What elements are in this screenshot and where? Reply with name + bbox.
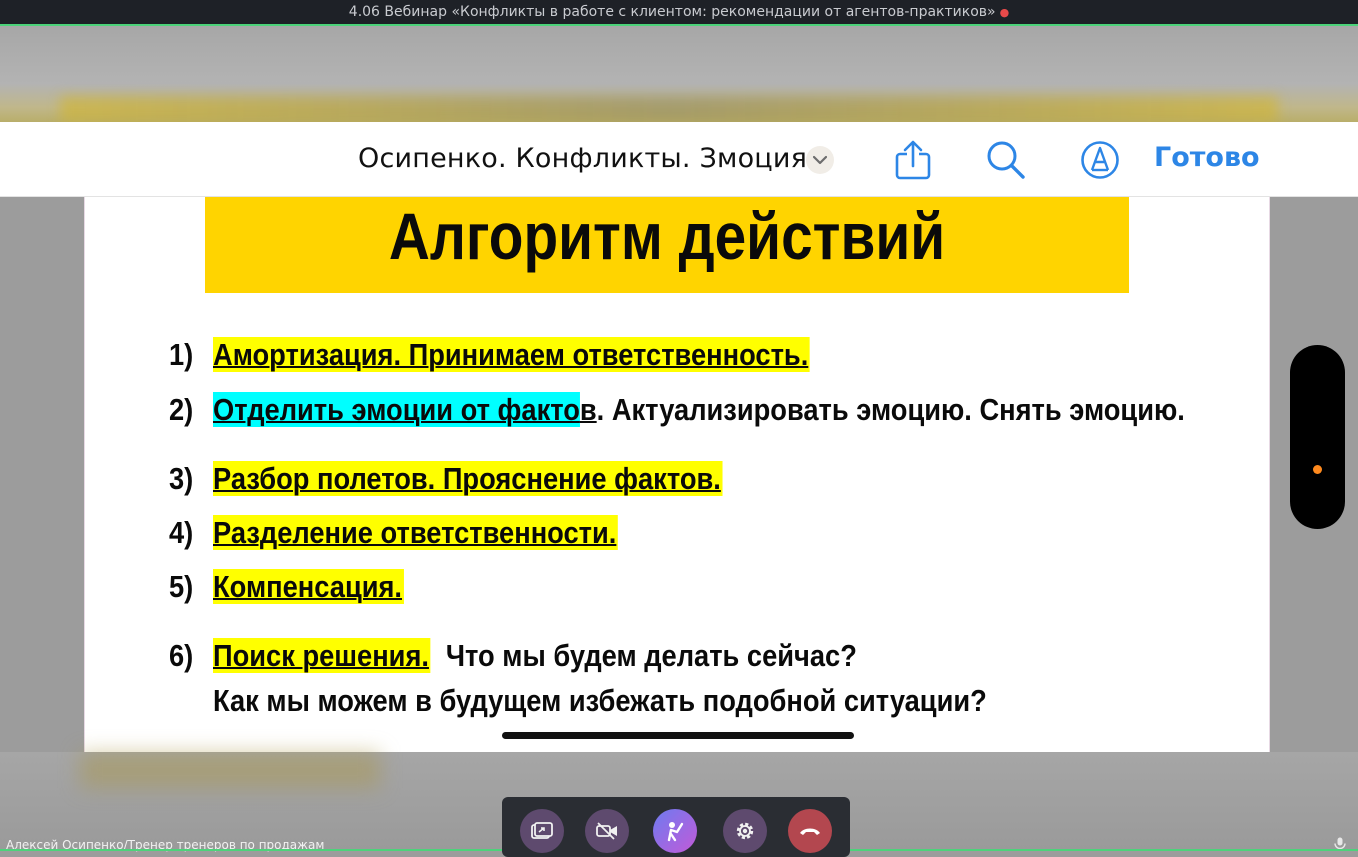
- document-title[interactable]: Осипенко. Конфликты. Змоция: [358, 143, 807, 174]
- status-dot: [1313, 465, 1322, 474]
- item-number: 6): [169, 638, 194, 673]
- settings-button[interactable]: [723, 809, 767, 853]
- side-handle[interactable]: [1290, 345, 1345, 529]
- video-background-top: [0, 26, 1358, 122]
- raise-hand-button[interactable]: [653, 809, 697, 853]
- camera-off-button[interactable]: [585, 809, 629, 853]
- home-indicator[interactable]: [502, 732, 854, 739]
- raise-hand-icon: [667, 822, 684, 842]
- list-item-continuation: Как мы можем в будущем избежать подобной…: [213, 683, 987, 718]
- item-number: 4): [169, 515, 194, 550]
- list-item: 2) Отделить эмоции от фактов. Актуализиро…: [169, 392, 1185, 428]
- item-rest: Что мы будем делать сейчас?: [430, 638, 857, 673]
- item-highlight: Компенсация.: [213, 569, 404, 604]
- end-call-button[interactable]: [788, 809, 832, 853]
- item-highlight: Разделение ответственности.: [213, 515, 619, 550]
- markup-button[interactable]: [1080, 140, 1120, 184]
- list-item: 6) Поиск решения. Что мы будем делать сей…: [169, 638, 857, 674]
- document-page: Алгоритм действий 1) Амортизация. Принима…: [84, 197, 1270, 752]
- list-item: 3) Разбор полетов. Прояснение фактов.: [169, 461, 723, 497]
- recording-indicator: ●: [999, 6, 1010, 19]
- item-number: 3): [169, 461, 194, 496]
- list-item: 5) Компенсация.: [169, 569, 404, 605]
- item-number: 2): [169, 392, 194, 427]
- item-highlight: Разбор полетов. Прояснение фактов.: [213, 461, 723, 496]
- hang-up-icon: [800, 828, 820, 835]
- item-highlight-cyan: Отделить эмоции от факто: [213, 392, 580, 427]
- share-icon: [895, 140, 931, 180]
- list-item: 4) Разделение ответственности.: [169, 515, 619, 551]
- share-button[interactable]: [894, 140, 932, 184]
- done-button[interactable]: Готово: [1154, 142, 1260, 173]
- screen-share-icon: [531, 822, 553, 839]
- item-rest: . Актуализировать эмоцию. Снять эмоцию.: [596, 392, 1185, 427]
- call-controls: [502, 797, 850, 857]
- camera-off-icon: [596, 822, 617, 840]
- chevron-down-icon: [813, 155, 827, 165]
- item-underlined-letter: в: [579, 392, 597, 427]
- search-icon: [987, 141, 1025, 179]
- slide-title: Алгоритм действий: [388, 199, 946, 273]
- item-number: 1): [169, 337, 194, 372]
- item-number: 5): [169, 569, 194, 604]
- title-menu-button[interactable]: [806, 146, 834, 174]
- gear-icon: [736, 822, 754, 840]
- screen-share-button[interactable]: [520, 809, 564, 853]
- list-item: 1) Амортизация. Принимаем ответственность…: [169, 337, 811, 373]
- window-titlebar: 4.06 Вебинар «Конфликты в работе с клиен…: [0, 0, 1358, 26]
- window-title: 4.06 Вебинар «Конфликты в работе с клиен…: [348, 4, 996, 20]
- markup-pen-icon: [1081, 141, 1119, 179]
- microphone-icon: [1333, 836, 1347, 855]
- document-viewer-header: Осипенко. Конфликты. Змоция Готово: [0, 122, 1358, 197]
- item-highlight: Амортизация. Принимаем ответственность.: [213, 337, 811, 372]
- slide-title-banner: Алгоритм действий: [205, 197, 1129, 293]
- item-highlight: Поиск решения.: [213, 638, 431, 673]
- search-button[interactable]: [986, 140, 1026, 184]
